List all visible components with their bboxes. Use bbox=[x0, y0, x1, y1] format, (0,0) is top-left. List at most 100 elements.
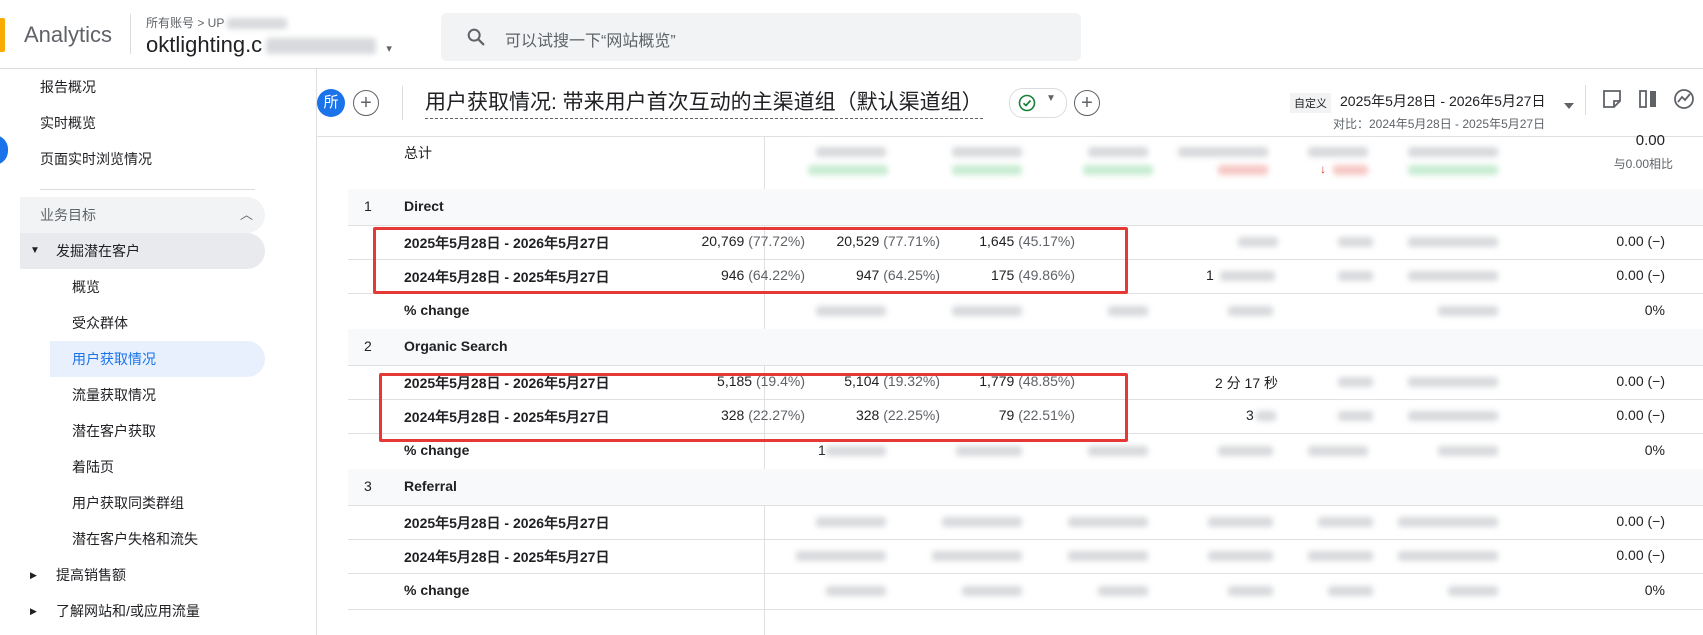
redacted-value bbox=[1438, 306, 1498, 316]
redacted-value bbox=[1108, 306, 1148, 316]
redacted-value bbox=[1088, 446, 1148, 456]
add-comparison-icon[interactable]: + bbox=[353, 90, 379, 116]
sidebar-item-audiences[interactable]: 受众群体 bbox=[72, 305, 128, 341]
redacted-value bbox=[1338, 411, 1373, 421]
add-filter-icon[interactable]: + bbox=[1074, 90, 1100, 116]
date-range-label: 2025年5月28日 - 2026年5月27日 bbox=[404, 515, 610, 531]
compare-range: 对比：2024年5月28日 - 2025年5月27日 bbox=[1333, 117, 1546, 131]
cell-last: 0.00 (−) bbox=[1616, 267, 1665, 283]
cell-last: 0.00 (−) bbox=[1616, 373, 1665, 389]
redacted-value bbox=[1308, 147, 1368, 157]
sidebar-item-lead-disqualification[interactable]: 潜在客户失格和流失 bbox=[72, 521, 198, 557]
change-label: % change bbox=[404, 442, 470, 458]
sidebar-item-cohort[interactable]: 用户获取同类群组 bbox=[72, 485, 184, 521]
cell-value: 3 bbox=[1246, 407, 1254, 423]
sidebar-item-lead-acquisition[interactable]: 潜在客户获取 bbox=[72, 413, 156, 449]
sidebar-active-marker bbox=[0, 135, 8, 165]
page-title[interactable]: 用户获取情况: 带来用户首次互动的主渠道组（默认渠道组） bbox=[425, 86, 983, 119]
redacted-value bbox=[1448, 586, 1498, 596]
redacted-property bbox=[227, 18, 288, 30]
sidebar: 报告概况 实时概览 页面实时浏览情况 业务目标 ︿ ▼ 发掘潜在客户 概览 受众… bbox=[0, 69, 317, 635]
cell-last: 0.00 (−) bbox=[1616, 233, 1665, 249]
account-selector[interactable]: oktlighting.c ▾ bbox=[146, 32, 392, 58]
search-input[interactable]: 可以试搜一下“网站概览” bbox=[505, 27, 676, 51]
report-status-button[interactable]: ▼ bbox=[1009, 88, 1067, 118]
cell-value: 1 bbox=[818, 442, 826, 458]
change-label: % change bbox=[404, 582, 470, 598]
redacted-value bbox=[1208, 517, 1273, 527]
redacted-value bbox=[1083, 165, 1153, 175]
redacted-value bbox=[942, 517, 1022, 527]
data-table: 总计 ↓ 0.00 与0.00相比 1 Direct 2025年5月28日 - … bbox=[348, 132, 1703, 635]
highlight-box-direct bbox=[373, 227, 1128, 294]
redacted-value bbox=[1408, 147, 1498, 157]
redacted-value bbox=[1218, 165, 1268, 175]
cell-last: 0% bbox=[1644, 582, 1665, 598]
table-row-total: 总计 ↓ 0.00 与0.00相比 bbox=[348, 132, 1703, 190]
date-range[interactable]: 2025年5月28日 - 2026年5月27日 bbox=[1340, 91, 1545, 111]
brand-name: Analytics bbox=[24, 22, 113, 47]
redacted-value bbox=[808, 165, 888, 175]
redacted-value bbox=[1178, 147, 1268, 157]
redacted-value bbox=[1338, 271, 1373, 281]
redacted-value bbox=[956, 446, 1022, 456]
redacted-value bbox=[1218, 446, 1273, 456]
redacted-value bbox=[1220, 271, 1275, 281]
chevron-down-icon: ▼ bbox=[1046, 93, 1056, 104]
sidebar-item-reports-snapshot[interactable]: 报告概况 bbox=[40, 69, 96, 105]
sidebar-item-realtime-pages[interactable]: 页面实时浏览情况 bbox=[40, 141, 152, 177]
sidebar-group-generate-leads[interactable]: ▼ 发掘潜在客户 bbox=[20, 233, 265, 269]
compare-columns-icon[interactable] bbox=[1637, 88, 1659, 110]
sidebar-item-traffic-acquisition[interactable]: 流量获取情况 bbox=[72, 377, 156, 413]
redacted-account bbox=[266, 38, 377, 55]
sidebar-item-user-acquisition[interactable]: 用户获取情况 bbox=[72, 341, 156, 377]
search-bar[interactable]: 可以试搜一下“网站概览” bbox=[441, 13, 1081, 61]
date-range-label: 2024年5月28日 - 2025年5月27日 bbox=[404, 549, 610, 565]
date-range-badge: 自定义 bbox=[1290, 93, 1331, 113]
redacted-value bbox=[1228, 586, 1273, 596]
table-row: % change 0% bbox=[348, 293, 1703, 330]
sidebar-item-overview[interactable]: 概览 bbox=[72, 269, 100, 305]
table-row-group[interactable]: 2 Organic Search bbox=[348, 329, 1703, 366]
redacted-value bbox=[1208, 551, 1273, 561]
redacted-value bbox=[1408, 165, 1498, 175]
section-label: 业务目标 bbox=[40, 207, 96, 223]
caret-down-icon: ▼ bbox=[30, 245, 40, 256]
redacted-value bbox=[1338, 377, 1373, 387]
sidebar-section-business-objectives[interactable]: 业务目标 ︿ bbox=[20, 197, 265, 233]
sidebar-item-realtime[interactable]: 实时概览 bbox=[40, 105, 96, 141]
insights-icon[interactable] bbox=[1673, 88, 1695, 110]
redacted-value bbox=[826, 586, 886, 596]
sidebar-item-landing-page[interactable]: 着陆页 bbox=[72, 449, 114, 485]
cell-last: 0.00 (−) bbox=[1616, 547, 1665, 563]
divider bbox=[1585, 85, 1586, 115]
channel-name: Referral bbox=[404, 478, 457, 494]
cell-last: 0.00 (−) bbox=[1616, 407, 1665, 423]
edit-report-icon[interactable] bbox=[1601, 88, 1623, 110]
redacted-value bbox=[1398, 517, 1498, 527]
account-breadcrumb[interactable]: 所有账号 > UP bbox=[146, 14, 288, 31]
table-row-group[interactable]: 1 Direct bbox=[348, 189, 1703, 226]
redacted-value bbox=[816, 306, 886, 316]
sidebar-item-drive-sales[interactable]: 提高销售额 bbox=[56, 557, 126, 593]
redacted-value bbox=[1308, 446, 1368, 456]
redacted-value bbox=[952, 306, 1022, 316]
top-bar: Analytics 所有账号 > UP oktlighting.c ▾ 可以试搜… bbox=[0, 0, 1703, 69]
highlight-box-organic bbox=[379, 373, 1128, 442]
redacted-value bbox=[1238, 237, 1278, 247]
redacted-value bbox=[932, 551, 1022, 561]
redacted-value bbox=[1408, 377, 1498, 387]
table-row-group[interactable]: 3 Referral bbox=[348, 469, 1703, 506]
sidebar-item-understand-traffic[interactable]: 了解网站和/或应用流量 bbox=[56, 593, 200, 629]
total-last-value: 0.00 bbox=[1635, 132, 1665, 149]
redacted-value bbox=[1398, 551, 1498, 561]
divider bbox=[402, 86, 403, 120]
divider bbox=[130, 14, 131, 54]
date-dropdown-icon[interactable] bbox=[1564, 103, 1574, 109]
redacted-value bbox=[1328, 586, 1373, 596]
change-label: % change bbox=[404, 302, 470, 318]
comparison-avatar[interactable]: 所 bbox=[317, 89, 345, 117]
redacted-value bbox=[1256, 411, 1276, 421]
check-circle-icon bbox=[1018, 94, 1036, 112]
redacted-value bbox=[1318, 517, 1373, 527]
